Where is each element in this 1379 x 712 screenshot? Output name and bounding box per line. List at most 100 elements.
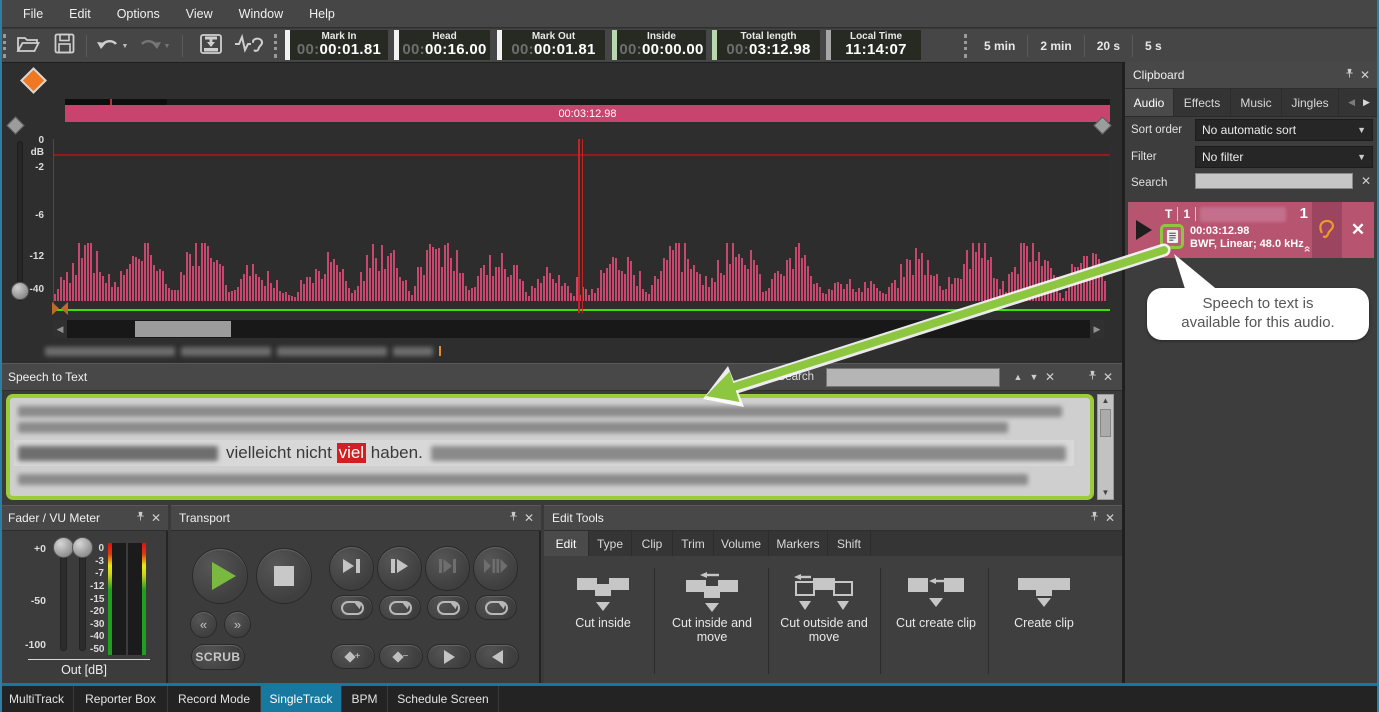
prev-marker-button[interactable] [475,644,519,669]
bottom-tab-singletrack[interactable]: SingleTrack [261,686,342,712]
bottom-tab-reporter-box[interactable]: Reporter Box [74,686,168,712]
scroll-right-button[interactable]: ▶ [1090,320,1104,338]
playhead-line[interactable] [578,139,580,313]
bottom-tab-bpm[interactable]: BPM [342,686,388,712]
clipboard-close-icon[interactable]: ✕ [1357,68,1373,82]
edit-tools-tab-edit[interactable]: Edit [544,531,589,556]
bowtie-marker-icon[interactable] [51,301,69,316]
save-button[interactable] [50,33,78,59]
fader-panel-close-icon[interactable]: ✕ [148,511,164,525]
waveform-scrollbar-track[interactable] [67,320,1090,338]
edit-tools-close-icon[interactable]: ✕ [1102,511,1118,525]
zoom-20s-button[interactable]: 20 s [1085,34,1132,58]
clip-entry[interactable]: T 1 1 00:03:12.98 BWF, Linear; 48.0 kHz … [1128,202,1374,258]
edit-tools-tab-clip[interactable]: Clip [632,531,673,556]
toolbar-grip-2[interactable] [274,34,277,58]
prelisten-button[interactable] [232,33,266,59]
play-to-mark-button[interactable] [329,546,374,591]
speech-panel-close-icon[interactable]: ✕ [1100,370,1116,384]
clipboard-search-clear-icon[interactable]: ✕ [1358,174,1374,188]
undo-button[interactable]: ▼ [94,33,130,59]
import-button[interactable] [196,33,226,59]
tool-cut-inside[interactable]: Cut inside [560,572,646,630]
play-from-mark-button[interactable] [377,546,422,591]
scrub-button[interactable]: SCRUB [191,644,245,670]
toolbar-grip[interactable] [3,34,6,58]
menu-item-help[interactable]: Help [296,0,348,28]
waveform-display[interactable] [53,139,1110,313]
clipboard-tab-music[interactable]: Music [1231,89,1282,116]
clip-remove-button[interactable]: ✕ [1342,202,1374,258]
edit-tools-pin-icon[interactable] [1086,511,1102,525]
zoom-5min-button[interactable]: 5 min [972,34,1027,58]
transcript-scroll-down-icon[interactable]: ▼ [1098,487,1113,499]
zoom-2min-button[interactable]: 2 min [1028,34,1083,58]
transcript-scroll-up-icon[interactable]: ▲ [1098,395,1113,407]
bottom-tab-schedule-screen[interactable]: Schedule Screen [388,686,499,712]
transcript-scrollbar[interactable]: ▲ ▼ [1097,394,1114,500]
edit-tools-tab-type[interactable]: Type [589,531,632,556]
sort-order-dropdown[interactable]: No automatic sort▼ [1195,119,1373,141]
speech-panel-pin-icon[interactable] [1084,370,1100,384]
edit-tools-tab-markers[interactable]: Markers [769,531,828,556]
loop-3-button[interactable] [427,595,469,620]
range-diamond-left[interactable] [6,116,24,134]
clipboard-search-input[interactable] [1195,173,1353,189]
fader-right-track[interactable] [79,549,86,651]
menu-item-options[interactable]: Options [104,0,173,28]
loop-2-button[interactable] [379,595,421,620]
loop-4-button[interactable] [475,595,517,620]
next-marker-button[interactable] [427,644,471,669]
speech-search-clear-icon[interactable]: ✕ [1042,370,1058,384]
speech-search-next-icon[interactable]: ▼ [1026,372,1042,382]
marker-diamond-orange[interactable] [20,67,47,94]
waveform-scrollbar-thumb[interactable] [135,321,231,337]
remove-marker-button[interactable]: − [379,644,423,669]
tab-scroll-left-icon[interactable]: ◀ [1348,97,1355,108]
stop-button[interactable] [256,548,312,604]
rewind-button[interactable]: « [190,611,217,638]
redo-button[interactable]: ▼ [136,33,172,59]
menu-item-view[interactable]: View [173,0,226,28]
clipboard-pin-icon[interactable] [1341,68,1357,82]
edit-tools-tab-shift[interactable]: Shift [828,531,871,556]
tab-scroll-right-icon[interactable]: ▶ [1363,97,1370,108]
play-button[interactable] [192,548,248,604]
fader-left-track[interactable] [60,549,67,651]
menu-item-file[interactable]: File [10,0,56,28]
speech-search-input[interactable] [826,368,1000,387]
redo-dropdown-arrow[interactable]: ▼ [164,43,171,50]
clip-collapse-icon[interactable]: » [1300,246,1314,253]
transport-panel-pin-icon[interactable] [505,511,521,525]
clip-play-button[interactable] [1128,202,1160,258]
add-marker-button[interactable]: + [331,644,375,669]
clip-prelisten-button[interactable] [1312,202,1342,258]
transcript-scrollbar-thumb[interactable] [1100,409,1111,437]
zoom-5s-button[interactable]: 5 s [1133,34,1174,58]
edit-tools-tab-volume[interactable]: Volume [714,531,769,556]
fader-panel-pin-icon[interactable] [132,511,148,525]
loop-1-button[interactable] [331,595,373,620]
tool-cut-create-clip[interactable]: Cut create clip [888,572,984,630]
bottom-tab-multitrack[interactable]: MultiTrack [0,686,74,712]
open-button[interactable] [14,33,42,59]
undo-dropdown-arrow[interactable]: ▼ [122,43,129,50]
speech-doc-button[interactable] [1160,224,1184,249]
tool-create-clip[interactable]: Create clip [996,572,1092,630]
clipboard-tab-effects[interactable]: Effects [1174,89,1231,116]
transcript-area[interactable]: vielleicht nicht viel haben. [6,394,1094,500]
clipboard-tab-audio[interactable]: Audio [1125,89,1174,116]
tool-cut-outside-move[interactable]: Cut outside and move [776,572,872,644]
forward-button[interactable]: » [224,611,251,638]
play-around-marks-button[interactable] [473,546,518,591]
overview-bar[interactable]: 00:03:12.98 [65,105,1110,122]
scroll-left-button[interactable]: ◀ [53,320,67,338]
play-between-marks-button[interactable] [425,546,470,591]
speech-search-prev-icon[interactable]: ▲ [1010,372,1026,382]
bottom-tab-record-mode[interactable]: Record Mode [168,686,261,712]
clipboard-tab-jingles[interactable]: Jingles [1282,89,1339,116]
transport-panel-close-icon[interactable]: ✕ [521,511,537,525]
edit-tools-tab-trim[interactable]: Trim [673,531,714,556]
toolbar-grip-3[interactable] [964,34,967,58]
filter-dropdown[interactable]: No filter▼ [1195,146,1373,168]
